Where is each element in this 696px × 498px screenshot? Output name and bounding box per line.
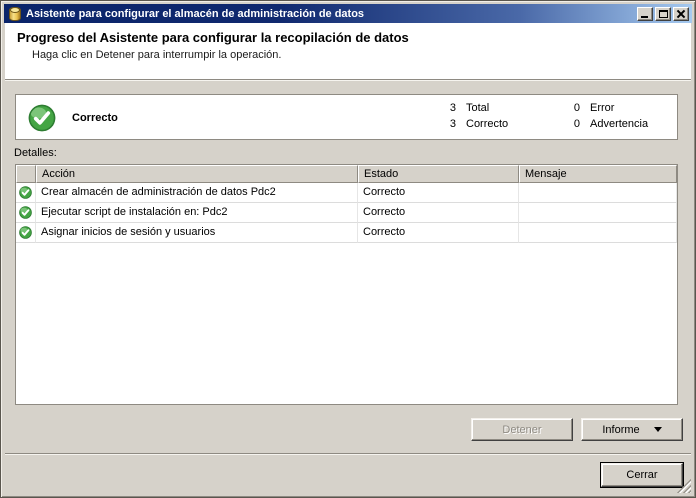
window-title: Asistente para configurar el almacén de … <box>26 7 365 20</box>
success-check-icon <box>19 226 32 239</box>
close-window-button[interactable] <box>673 6 689 21</box>
minimize-icon <box>641 15 648 18</box>
row-status: Correcto <box>358 223 519 243</box>
row-message <box>519 223 677 243</box>
count-warning-value: 0 <box>573 118 580 130</box>
title-bar[interactable]: Asistente para configurar el almacén de … <box>4 4 692 23</box>
page-subtitle: Haga clic en Detener para interrumpir la… <box>32 49 282 61</box>
row-status: Correcto <box>358 183 519 203</box>
stop-button-label: Detener <box>502 423 542 436</box>
success-check-icon <box>28 104 56 132</box>
details-table: Acción Estado Mensaje Crear almacén de a… <box>15 164 678 405</box>
summary-panel: Correcto 3 Total 0 Error 3 Correcto 0 Ad… <box>15 94 678 140</box>
row-message <box>519 203 677 223</box>
row-status: Correcto <box>358 203 519 223</box>
row-message <box>519 183 677 203</box>
report-button[interactable]: Informe <box>581 418 683 441</box>
table-row[interactable]: Asignar inicios de sesión y usuarios Cor… <box>16 223 677 243</box>
close-icon <box>674 8 688 20</box>
table-row[interactable]: Crear almacén de administración de datos… <box>16 183 677 203</box>
count-warning-label: Advertencia <box>590 118 649 130</box>
count-total-label: Total <box>466 102 490 114</box>
row-action: Asignar inicios de sesión y usuarios <box>36 223 358 243</box>
wizard-header: Progreso del Asistente para configurar l… <box>5 23 691 80</box>
success-check-icon <box>19 186 32 199</box>
count-success-value: 3 <box>449 118 456 130</box>
page-title: Progreso del Asistente para configurar l… <box>17 30 409 45</box>
status-label: Correcto <box>72 112 118 124</box>
table-row[interactable]: Ejecutar script de instalación en: Pdc2 … <box>16 203 677 223</box>
count-error-value: 0 <box>573 102 580 114</box>
count-success-label: Correcto <box>466 118 509 130</box>
report-button-label: Informe <box>602 423 640 436</box>
database-icon <box>9 6 21 21</box>
resize-grip-icon[interactable] <box>677 479 691 493</box>
maximize-icon <box>659 9 668 18</box>
footer-divider <box>5 453 691 455</box>
maximize-button[interactable] <box>655 6 671 21</box>
table-header-row: Acción Estado Mensaje <box>16 165 677 183</box>
close-button[interactable]: Cerrar <box>600 462 684 488</box>
header-icon-column[interactable] <box>16 165 36 183</box>
close-button-label: Cerrar <box>626 469 658 481</box>
header-mensaje[interactable]: Mensaje <box>519 165 677 183</box>
summary-counts: 3 Total 0 Error 3 Correcto 0 Advertencia <box>442 102 690 134</box>
row-action: Ejecutar script de instalación en: Pdc2 <box>36 203 358 223</box>
details-label: Detalles: <box>14 147 57 159</box>
dropdown-arrow-icon <box>653 427 662 432</box>
row-action: Crear almacén de administración de datos… <box>36 183 358 203</box>
success-check-icon <box>19 206 32 219</box>
header-accion[interactable]: Acción <box>36 165 358 183</box>
header-estado[interactable]: Estado <box>358 165 519 183</box>
wizard-dialog: Asistente para configurar el almacén de … <box>0 0 696 498</box>
stop-button[interactable]: Detener <box>471 418 573 441</box>
minimize-button[interactable] <box>637 6 653 21</box>
count-error-label: Error <box>590 102 615 114</box>
count-total-value: 3 <box>449 102 456 114</box>
